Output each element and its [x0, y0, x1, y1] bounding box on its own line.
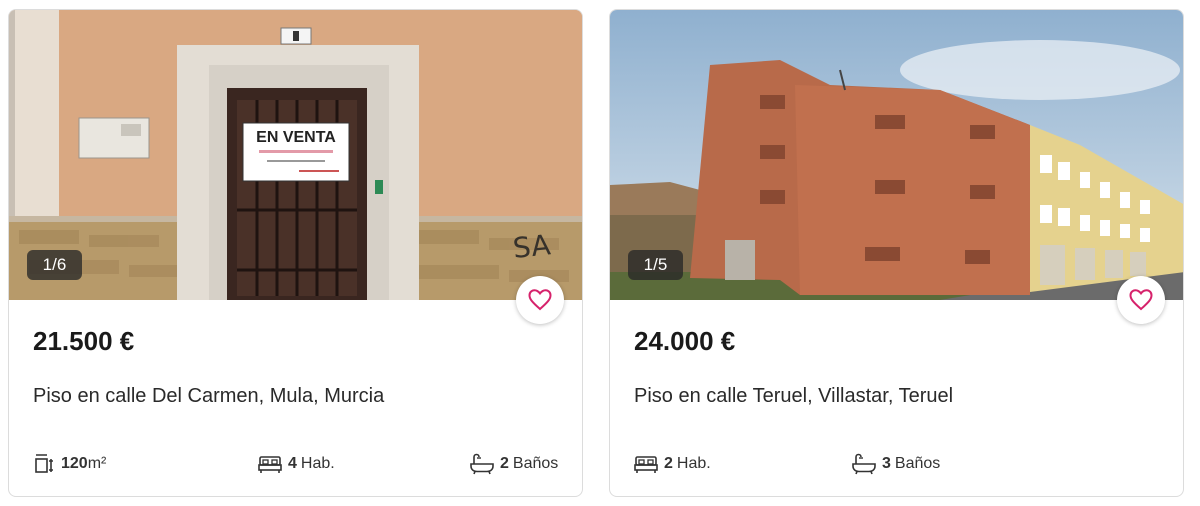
listing-price: 24.000 €	[634, 326, 736, 356]
rooms-unit: Hab.	[676, 455, 711, 472]
area-value: 120	[61, 455, 88, 472]
favorite-button[interactable]	[1117, 276, 1165, 324]
feature-baths: 2 Baños	[470, 451, 558, 477]
rooms-value: 4	[288, 455, 297, 472]
building-photo	[610, 10, 1183, 300]
baths-unit: Baños	[512, 455, 559, 472]
heart-outline-icon	[1129, 289, 1153, 311]
bed-icon	[634, 456, 658, 473]
bathtub-icon	[852, 453, 876, 475]
bathtub-icon	[470, 453, 494, 475]
facade-photo: EN VENTA SA	[9, 10, 582, 300]
listing-title[interactable]: Piso en calle Teruel, Villastar, Teruel	[634, 385, 953, 408]
baths-value: 2	[500, 455, 509, 472]
rooms-unit: Hab.	[300, 455, 335, 472]
photo-counter: 1/6	[27, 250, 82, 280]
bed-icon	[258, 456, 282, 473]
favorite-button[interactable]	[516, 276, 564, 324]
feature-rooms: 2 Hab.	[634, 451, 711, 477]
feature-baths: 3 Baños	[852, 451, 940, 477]
listing-photo[interactable]: EN VENTA SA 1/6	[9, 10, 582, 300]
sale-sign-text: EN VENTA	[256, 129, 336, 146]
listing-title[interactable]: Piso en calle Del Carmen, Mula, Murcia	[33, 385, 384, 408]
baths-value: 3	[882, 455, 891, 472]
svg-text:SA: SA	[511, 228, 552, 265]
listing-price: 21.500 €	[33, 326, 135, 356]
photo-counter: 1/5	[628, 250, 683, 280]
area-ruler-icon	[35, 454, 53, 473]
area-unit: m²	[87, 455, 107, 472]
baths-unit: Baños	[894, 455, 941, 472]
listing-card-2[interactable]: 1/5 24.000 € Piso en calle Teruel, Villa…	[609, 9, 1184, 497]
listing-photo[interactable]: 1/5	[610, 10, 1183, 300]
heart-outline-icon	[528, 289, 552, 311]
listing-card-1[interactable]: EN VENTA SA 1/6 21.500 € Piso en calle D…	[8, 9, 583, 497]
rooms-value: 2	[664, 455, 673, 472]
feature-area: 120 m²	[33, 451, 106, 477]
feature-rooms: 4 Hab.	[258, 451, 335, 477]
